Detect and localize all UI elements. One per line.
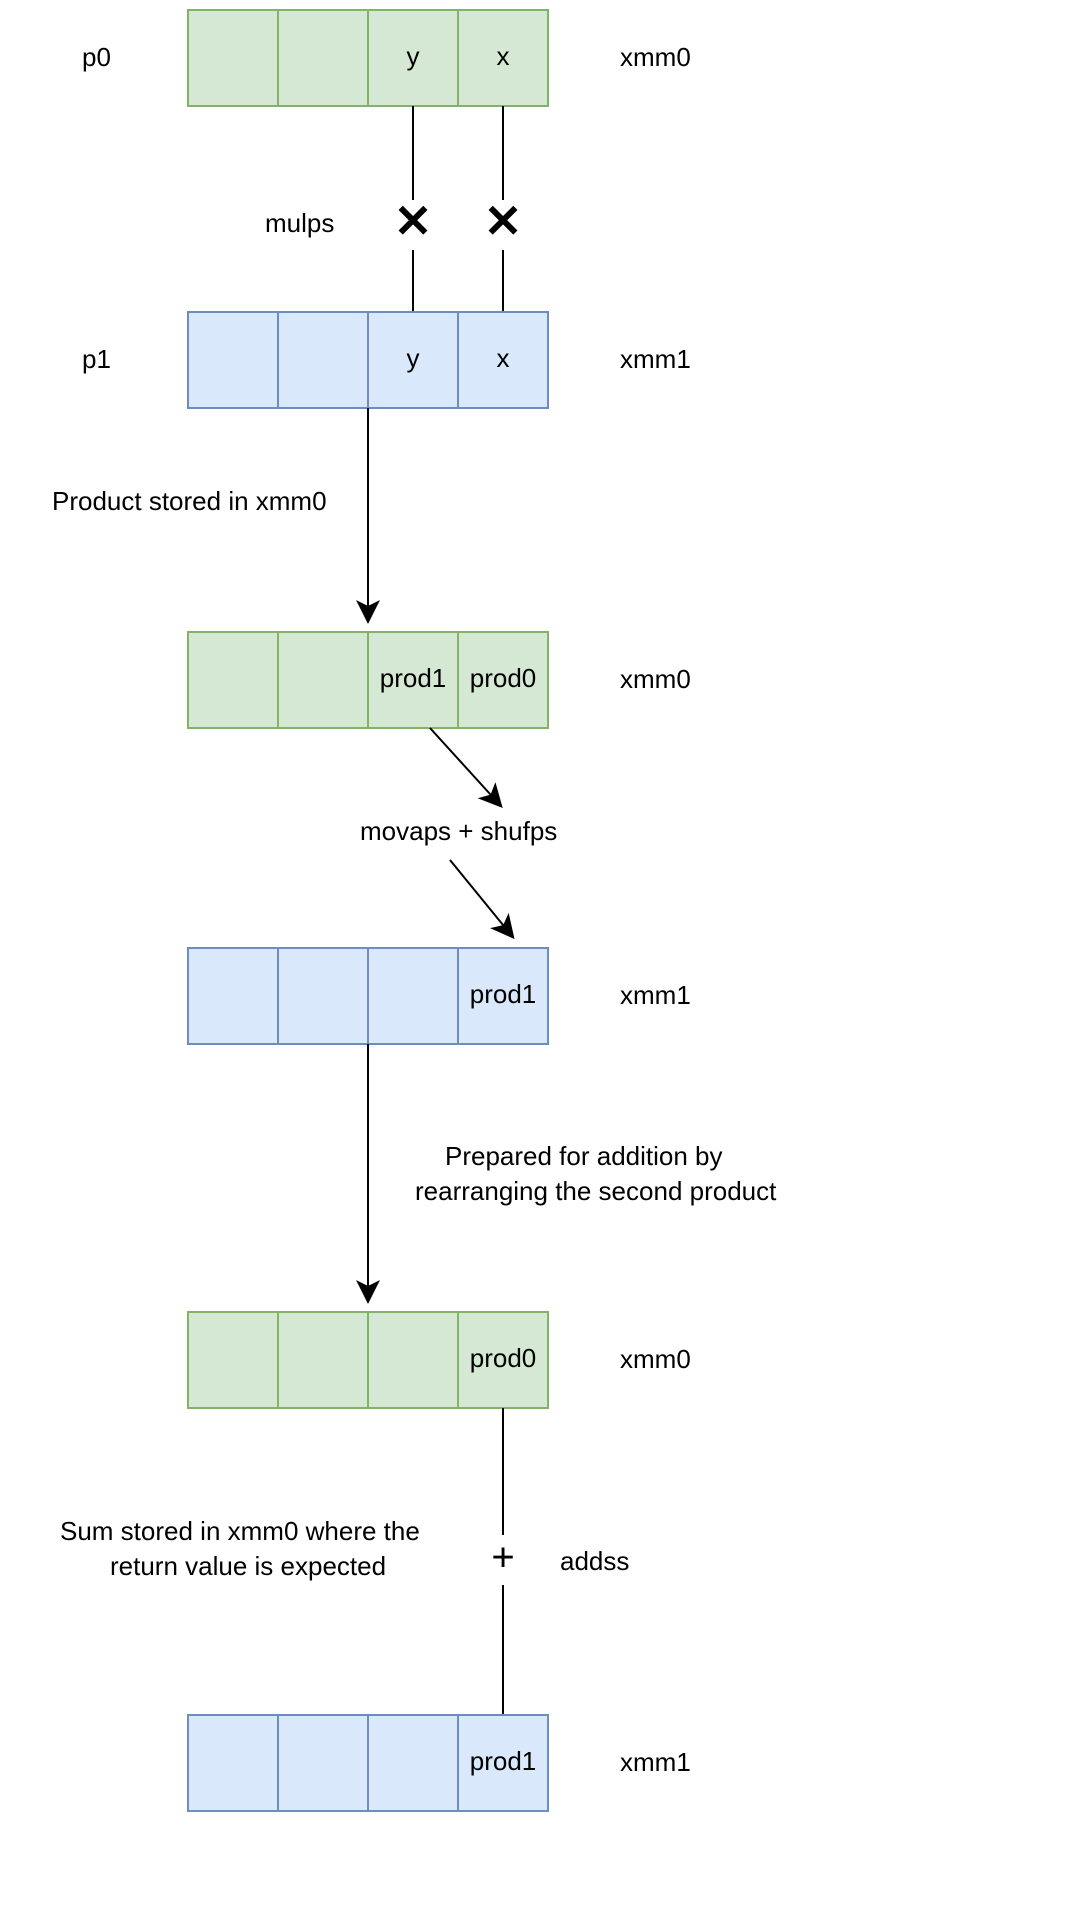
right-label-xmm1: xmm1 [620,344,691,374]
note-sum-line2: return value is expected [110,1551,386,1581]
register-xmm0-products: prod1 prod0 [188,632,548,728]
note-prepared-line1: Prepared for addition by [445,1141,723,1171]
register-p0-xmm0: y x [188,10,548,106]
note-sum-line1: Sum stored in xmm0 where the [60,1516,420,1546]
cell-label: prod0 [470,1343,537,1373]
register-p1-xmm1: y x [188,312,548,408]
register-xmm1-prod1: prod1 [188,948,548,1044]
right-label-xmm0: xmm0 [620,1344,691,1374]
op-label-mulps: mulps [265,208,334,238]
right-label-xmm0: xmm0 [620,664,691,694]
right-label-xmm1: xmm1 [620,980,691,1010]
cell-label: y [407,41,420,71]
cell-label: prod1 [470,979,537,1009]
multiply-icon: ✕ [394,195,433,247]
cell-label: x [497,41,510,71]
arrow-diag [450,860,512,936]
cell-label: y [407,343,420,373]
left-label-p0: p0 [82,42,111,72]
left-label-p1: p1 [82,344,111,374]
cell-label: x [497,343,510,373]
cell-label: prod1 [380,663,447,693]
op-label-movaps-shufps: movaps + shufps [360,816,557,846]
arrow-diag [430,728,500,805]
register-xmm0-prod0: prod0 [188,1312,548,1408]
right-label-xmm0: xmm0 [620,42,691,72]
right-label-xmm1: xmm1 [620,1747,691,1777]
cell-label: prod0 [470,663,537,693]
multiply-icon: ✕ [484,195,523,247]
note-prepared-line2: rearranging the second product [415,1176,777,1206]
plus-icon: + [491,1536,514,1580]
register-xmm1-final: prod1 [188,1715,548,1811]
note-product-stored: Product stored in xmm0 [52,486,327,516]
cell-label: prod1 [470,1746,537,1776]
op-label-addss: addss [560,1546,629,1576]
